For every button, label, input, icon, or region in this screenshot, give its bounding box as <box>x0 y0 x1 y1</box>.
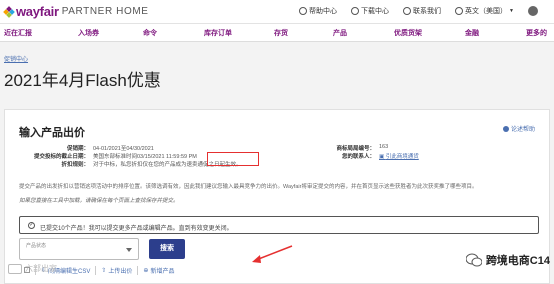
watermark-left: 六部出家 <box>8 263 57 274</box>
page-title: 2021年4月Flash优惠 <box>4 71 161 90</box>
product-status-select[interactable]: 产品状态 <box>19 238 139 260</box>
upload-icon: ⇧ <box>101 267 107 274</box>
nav-item-orders[interactable]: 命令 <box>143 28 157 38</box>
download-icon <box>351 7 360 15</box>
help-label: 论述帮助 <box>510 127 535 133</box>
promo-period-label: 促销期： <box>66 146 89 152</box>
save-hint-text: 如果您直接在工具中加载，请确保在每个页面上查找保存并提交。 <box>19 198 179 204</box>
wayfair-mark-icon <box>3 5 15 18</box>
help-circle-icon <box>299 7 308 15</box>
chevron-down-icon <box>126 248 132 252</box>
nav-item-reports[interactable]: 近在汇报 <box>4 28 32 38</box>
top-header: wayfair PARTNER HOME 帮助中心 下载中心 联系我们 英文（美… <box>0 0 554 24</box>
help-link[interactable]: 论述帮助 <box>502 124 535 133</box>
download-center-label: 下载中心 <box>361 8 390 15</box>
contact-icon: ▣ <box>379 154 386 160</box>
brand-name: wayfair <box>16 4 59 19</box>
search-button[interactable]: 搜索 <box>149 239 185 259</box>
mail-icon <box>403 7 412 15</box>
discount-rule-label: 折扣规则： <box>61 162 89 168</box>
vendor-id-label: 商标局局编号： <box>336 146 375 152</box>
deadline-label: 提交投标的截止日期： <box>33 154 89 160</box>
deadline-value: 美国东部标准时间03/15/2021 11:59:59 PM <box>93 154 197 160</box>
download-center-link[interactable]: 下载中心 <box>351 6 389 16</box>
wechat-icon <box>465 253 482 267</box>
help-center-label: 帮助中心 <box>309 8 338 15</box>
breadcrumb[interactable]: 促销中心 <box>4 54 28 63</box>
notice-text: 已提交10个产品！我可以提交更多产品或编辑产品。直到有效变更关闭。 <box>40 226 233 232</box>
upload-bid-label: 上传出价 <box>108 268 133 275</box>
contact-us-label: 联系我们 <box>413 8 442 15</box>
description-text: 提交产品的出发折扣以营销这项活动中的排序位置。该筛选调有效，因此我们建议您输入最… <box>19 184 478 190</box>
vendor-id-value: 163 <box>379 144 389 150</box>
contact-label: 您的联系人： <box>341 154 375 160</box>
nav-item-more[interactable]: 更多的 <box>526 28 547 38</box>
annotation-arrow <box>252 245 293 263</box>
brand-sub: PARTNER HOME <box>61 6 149 17</box>
camera-icon <box>8 263 22 274</box>
nav-item-products[interactable]: 产品 <box>333 28 347 38</box>
promo-period-value: 04-01/2021至04/30/2021 <box>93 146 154 152</box>
nav-item-stock[interactable]: 存货 <box>274 28 288 38</box>
watermark-right-text: 跨境电商C14 <box>485 255 550 267</box>
nav-item-tickets[interactable]: 入场券 <box>78 28 99 38</box>
check-circle-icon: ✓ <box>28 222 35 229</box>
submission-notice: ✓ 已提交10个产品！我可以提交更多产品或编辑产品。直到有效变更关闭。 <box>19 216 539 234</box>
chevron-down-icon: ▼ <box>509 8 514 14</box>
wayfair-logo[interactable]: wayfair PARTNER HOME <box>3 4 149 19</box>
plus-circle-icon: ⊕ <box>143 267 149 274</box>
language-label: 英文（美国） <box>465 8 508 15</box>
watermark-left-text: 六部出家 <box>25 264 57 273</box>
help-center-link[interactable]: 帮助中心 <box>299 6 337 16</box>
contact-us-link[interactable]: 联系我们 <box>403 6 441 16</box>
nav-item-finance[interactable]: 金融 <box>465 28 479 38</box>
top-links: 帮助中心 下载中心 联系我们 英文（美国） ▼ <box>299 6 538 16</box>
help-icon <box>502 125 509 132</box>
language-selector[interactable]: 英文（美国） ▼ <box>455 6 514 16</box>
upload-bid-link[interactable]: ⇧ 上传出价 <box>95 265 137 275</box>
add-product-label: 新增产品 <box>150 268 175 275</box>
contact-value[interactable]: ▣ 引此商境通货 <box>379 152 419 160</box>
watermark-right: 跨境电商C14 <box>465 252 550 268</box>
add-product-link[interactable]: ⊕ 新增产品 <box>137 265 179 275</box>
status-placeholder: 产品状态 <box>26 243 47 249</box>
contact-name: 引此商境通货 <box>385 154 419 160</box>
globe-icon <box>455 7 464 15</box>
highlight-box <box>207 152 259 166</box>
nav-item-inventory-orders[interactable]: 库存订单 <box>204 28 232 38</box>
card-title: 输入产品出价 <box>19 127 85 139</box>
user-avatar-icon[interactable] <box>528 6 538 16</box>
nav-item-premium-shelf[interactable]: 优质货架 <box>394 28 422 38</box>
main-nav: 近在汇报 入场券 命令 库存订单 存货 产品 优质货架 金融 更多的 <box>0 24 554 42</box>
